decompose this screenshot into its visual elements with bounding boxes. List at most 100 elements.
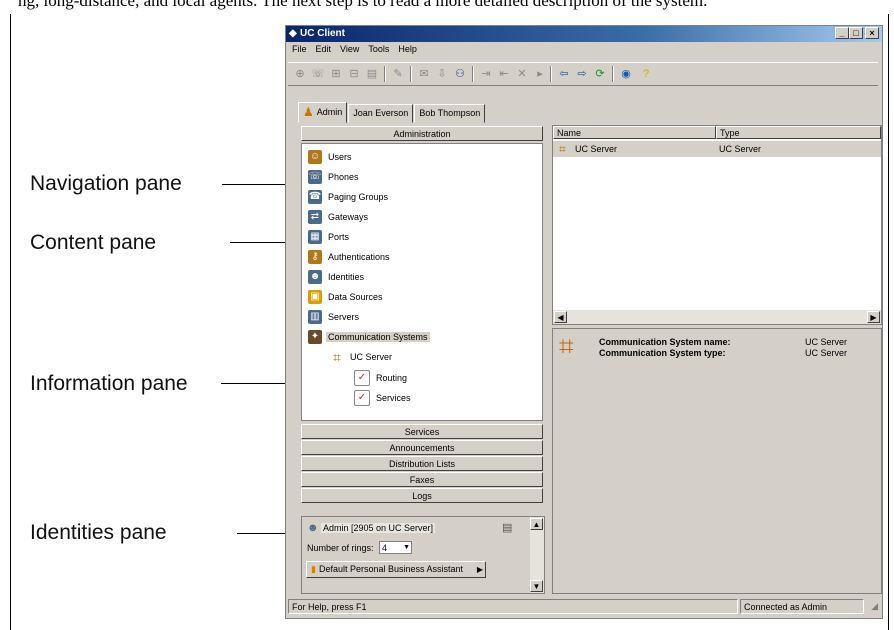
tab-admin[interactable]: ♟ Admin — [298, 102, 348, 123]
scroll-right-icon[interactable]: ▶ — [867, 311, 880, 323]
nav-item-uc-server[interactable]: ⌗ UC Server — [330, 350, 394, 364]
tab-joan-everson[interactable]: Joan Everson — [348, 104, 414, 123]
identities-pane: ☻ Admin [2905 on UC Server] ▤ Number of … — [301, 516, 545, 594]
scroll-left-icon[interactable]: ◀ — [554, 311, 567, 323]
datasource-icon: ▣ — [308, 290, 322, 304]
refresh-icon[interactable]: ⟳ — [592, 66, 608, 82]
status-help-text: For Help, press F1 — [288, 599, 738, 614]
server-node-icon: ⌗ — [333, 349, 341, 365]
callout-navigation-pane: Navigation pane — [30, 172, 182, 195]
bar-logs[interactable]: Logs — [301, 488, 543, 503]
insert-icon[interactable]: ⇥ — [478, 66, 494, 82]
vertical-scrollbar[interactable]: ▲ ▼ — [530, 517, 544, 593]
toolbar-separator — [384, 66, 386, 82]
menu-help[interactable]: Help — [398, 44, 417, 58]
forward-arrow-icon[interactable]: ⇨ — [574, 66, 590, 82]
table-row[interactable]: ⌗ UC Server UC Server — [553, 141, 881, 157]
menu-bar: File Edit View Tools Help — [288, 44, 417, 58]
menu-view[interactable]: View — [340, 44, 359, 58]
back-arrow-icon[interactable]: ⇦ — [556, 66, 572, 82]
administration-header[interactable]: Administration — [301, 126, 543, 141]
comm-system-type-label: Communication System type: — [599, 348, 726, 358]
app-icon: ◆ — [289, 28, 297, 39]
title-bar[interactable]: ◆ UC Client _ □ × — [286, 26, 882, 42]
play-arrow-icon: ▶ — [476, 565, 483, 574]
window-title: UC Client — [300, 28, 345, 39]
bar-services[interactable]: Services — [301, 424, 543, 439]
uc-client-window: ◆ UC Client _ □ × File Edit View Tools H… — [285, 25, 883, 619]
nav-item-identities[interactable]: ☻ Identities — [308, 270, 366, 284]
menu-file[interactable]: File — [292, 44, 307, 58]
scroll-down-icon[interactable]: ▼ — [530, 580, 543, 592]
nav-label: Phones — [328, 172, 359, 182]
users-icon: ☺ — [308, 150, 322, 164]
properties-icon[interactable]: ✎ — [390, 66, 406, 82]
phone-icon: ☏ — [308, 170, 322, 184]
new-phone-icon[interactable]: ☏ — [310, 66, 326, 82]
comm-system-name-label: Communication System name: — [599, 337, 731, 347]
delete-icon[interactable]: ✕ — [514, 66, 530, 82]
new-user-icon[interactable]: ⊕ — [292, 66, 308, 82]
check-icon: ✓ — [354, 370, 370, 386]
mail-icon[interactable]: ✉ — [416, 66, 432, 82]
insert-after-icon[interactable]: ⇤ — [496, 66, 512, 82]
identity-card-icon[interactable]: ▤ — [502, 521, 512, 534]
scroll-up-icon[interactable]: ▲ — [530, 518, 543, 530]
nav-label: Communication Systems — [326, 332, 430, 342]
rings-select[interactable]: 4 ▼ — [379, 541, 412, 554]
information-pane: ⌗ Communication System name: UC Server C… — [552, 328, 882, 594]
nav-item-gateways[interactable]: ⇄ Gateways — [308, 210, 370, 224]
nav-label: UC Server — [350, 352, 393, 362]
nav-label: Gateways — [328, 212, 369, 222]
nav-item-users[interactable]: ☺ Users — [308, 150, 354, 164]
nav-item-ports[interactable]: ▦ Ports — [308, 230, 351, 244]
nav-item-routing[interactable]: ✓ Routing — [354, 370, 409, 386]
new-gateway-icon[interactable]: ⊟ — [346, 66, 362, 82]
play-icon[interactable]: ▸ — [532, 66, 548, 82]
connect-icon[interactable]: ◉ — [618, 66, 634, 82]
maximize-button[interactable]: □ — [849, 27, 863, 39]
nav-item-authentications[interactable]: ⚷ Authentications — [308, 250, 392, 264]
nav-item-servers[interactable]: ▥ Servers — [308, 310, 361, 324]
bar-announcements[interactable]: Announcements — [301, 440, 543, 455]
toolbar: ⊕ ☏ ⊞ ⊟ ▤ ✎ ✉ ⇩ ⚇ ⇥ ⇤ ✕ ▸ ⇦ ⇨ ⟳ ◉ ? — [288, 62, 878, 86]
nav-item-paging-groups[interactable]: ☎ Paging Groups — [308, 190, 390, 204]
personal-assistant-button[interactable]: ▮ Default Personal Business Assistant ▶ — [306, 561, 486, 578]
gateway-icon: ⇄ — [308, 210, 322, 224]
server-icon: ⌗ — [559, 142, 566, 156]
new-group-icon[interactable]: ⊞ — [328, 66, 344, 82]
rings-label: Number of rings: — [307, 543, 374, 553]
menu-tools[interactable]: Tools — [368, 44, 389, 58]
tab-strip: ♟ Admin Joan Everson Bob Thompson — [298, 102, 486, 123]
minimize-button[interactable]: _ — [835, 27, 849, 39]
nav-label: Identities — [328, 272, 365, 282]
ports-icon: ▦ — [308, 230, 322, 244]
nav-label: Paging Groups — [328, 192, 389, 202]
import-icon[interactable]: ⇩ — [434, 66, 450, 82]
column-header-type[interactable]: Type — [716, 126, 881, 139]
nav-item-phones[interactable]: ☏ Phones — [308, 170, 361, 184]
identity-account[interactable]: Admin [2905 on UC Server] — [321, 523, 436, 533]
comm-system-icon: ⌗ — [559, 331, 574, 361]
nav-item-services[interactable]: ✓ Services — [354, 390, 413, 406]
nav-label: Ports — [328, 232, 350, 242]
menu-edit[interactable]: Edit — [316, 44, 332, 58]
servers-icon: ▥ — [308, 310, 322, 324]
bar-distribution-lists[interactable]: Distribution Lists — [301, 456, 543, 471]
frame-right-border — [888, 14, 889, 630]
tab-label: Admin — [316, 107, 343, 117]
users-tool-icon[interactable]: ⚇ — [452, 66, 468, 82]
navigation-tree: ☺ Users ☏ Phones ☎ Paging Groups ⇄ Gatew… — [301, 143, 543, 421]
resize-grip-icon[interactable]: ◢ — [871, 601, 878, 612]
bar-faxes[interactable]: Faxes — [301, 472, 543, 487]
close-button[interactable]: × — [865, 27, 879, 39]
column-header-name[interactable]: Name — [553, 126, 716, 139]
tab-bob-thompson[interactable]: Bob Thompson — [414, 104, 486, 123]
nav-item-data-sources[interactable]: ▣ Data Sources — [308, 290, 385, 304]
nav-item-communication-systems[interactable]: ✦ Communication Systems — [308, 330, 430, 344]
help-icon[interactable]: ? — [638, 66, 654, 82]
new-port-icon[interactable]: ▤ — [364, 66, 380, 82]
check-icon: ✓ — [354, 390, 370, 406]
row-type: UC Server — [719, 144, 762, 154]
horizontal-scrollbar[interactable]: ◀ ▶ — [553, 310, 881, 324]
